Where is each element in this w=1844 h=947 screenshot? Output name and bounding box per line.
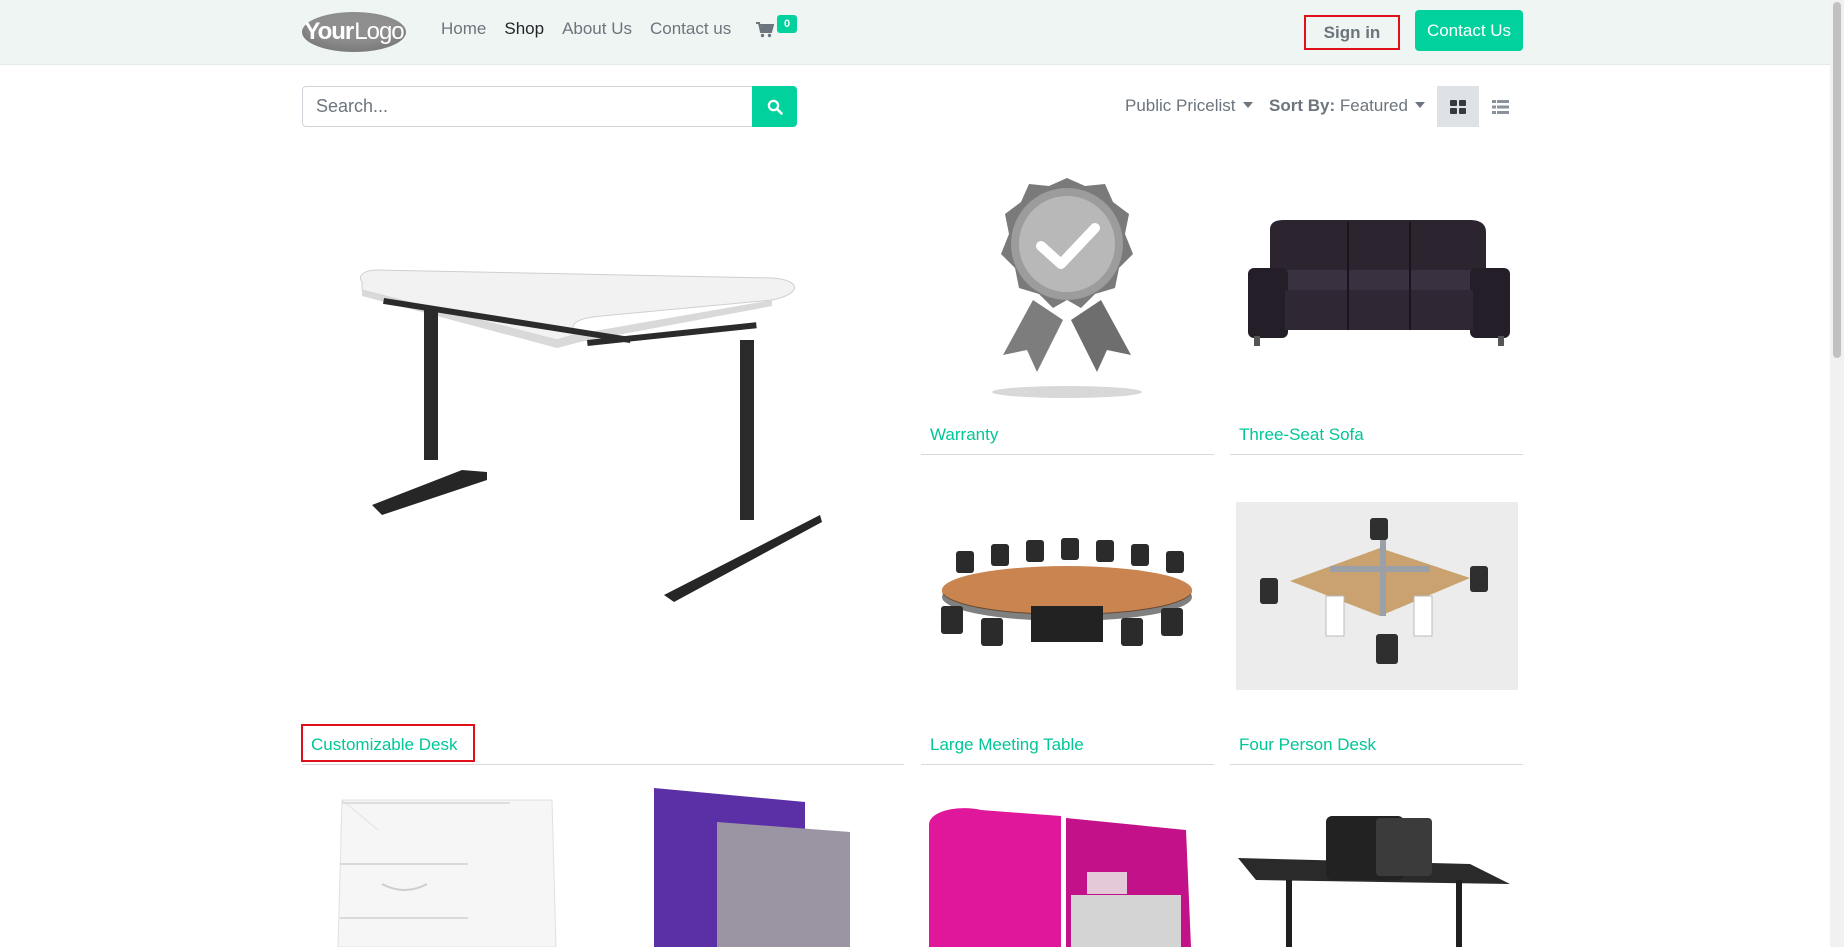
product-card[interactable]: Customizable Desk (302, 150, 904, 765)
sort-dropdown[interactable]: Sort By: Featured (1269, 96, 1425, 116)
grid-view-toggle[interactable] (1437, 86, 1479, 127)
product-card[interactable]: Large Meeting Table (921, 466, 1214, 766)
product-name[interactable]: Large Meeting Table (930, 735, 1084, 755)
list-icon (1491, 99, 1509, 114)
sign-in-link[interactable]: Sign in (1304, 15, 1400, 50)
caret-down-icon (1414, 102, 1425, 108)
logo-text-bold: Your (304, 18, 354, 45)
nav-home[interactable]: Home (441, 19, 486, 39)
caret-down-icon (1242, 102, 1253, 108)
product-image-sofa (1248, 220, 1510, 346)
search-input[interactable] (302, 86, 753, 127)
sort-value: Featured (1339, 96, 1408, 115)
page-scrollbar[interactable] (1830, 0, 1844, 947)
shopping-cart-icon (756, 22, 774, 38)
product-name-bar: Four Person Desk (1230, 724, 1523, 765)
scrollbar-thumb[interactable] (1833, 2, 1841, 358)
product-image-lounge-booth (929, 808, 1191, 947)
product-image-acoustic-panel (654, 788, 850, 947)
product-image-four-person-desk (1236, 502, 1518, 690)
grid-icon (1450, 99, 1466, 114)
product-name-bar: Three-Seat Sofa (1230, 414, 1523, 455)
product-image-drawer-unit (337, 799, 557, 947)
nav-shop[interactable]: Shop (504, 19, 544, 39)
top-navbar: Your Logo Home Shop About Us Contact us 0… (0, 0, 1830, 65)
sort-label: Sort By: (1269, 96, 1336, 115)
product-card[interactable]: Warranty (921, 150, 1214, 455)
product-name-bar: Warranty (921, 414, 1214, 455)
search-icon (767, 99, 783, 115)
product-card[interactable] (1230, 780, 1523, 947)
product-card[interactable]: Four Person Desk (1230, 466, 1523, 766)
cart-link[interactable]: 0 (756, 15, 797, 44)
logo-text-light: Logo (354, 18, 404, 45)
product-name[interactable]: Three-Seat Sofa (1239, 425, 1364, 445)
nav-contact-us[interactable]: Contact us (650, 19, 731, 39)
product-name[interactable]: Four Person Desk (1239, 735, 1376, 755)
list-view-toggle[interactable] (1479, 86, 1521, 127)
contact-us-button[interactable]: Contact Us (1415, 10, 1523, 51)
search-button[interactable] (752, 86, 797, 127)
product-card[interactable]: Three-Seat Sofa (1230, 150, 1523, 455)
product-image-desk (359, 269, 822, 602)
product-name[interactable]: Customizable Desk (311, 735, 457, 755)
product-name-bar: Large Meeting Table (921, 724, 1214, 765)
product-image-meeting-table (941, 538, 1192, 646)
main-nav: Home Shop About Us Contact us (441, 19, 749, 39)
pricelist-dropdown[interactable]: Public Pricelist (1125, 96, 1253, 116)
cart-count-badge: 0 (777, 15, 797, 33)
site-logo[interactable]: Your Logo (302, 12, 406, 52)
product-image-standing-desk (1238, 816, 1510, 947)
nav-about-us[interactable]: About Us (562, 19, 632, 39)
product-name-bar: Customizable Desk (302, 724, 904, 765)
product-card[interactable] (921, 780, 1214, 947)
product-card[interactable] (302, 780, 595, 947)
product-image-warranty (992, 178, 1142, 398)
product-name[interactable]: Warranty (930, 425, 998, 445)
product-card[interactable] (612, 780, 905, 947)
pricelist-label: Public Pricelist (1125, 96, 1236, 115)
